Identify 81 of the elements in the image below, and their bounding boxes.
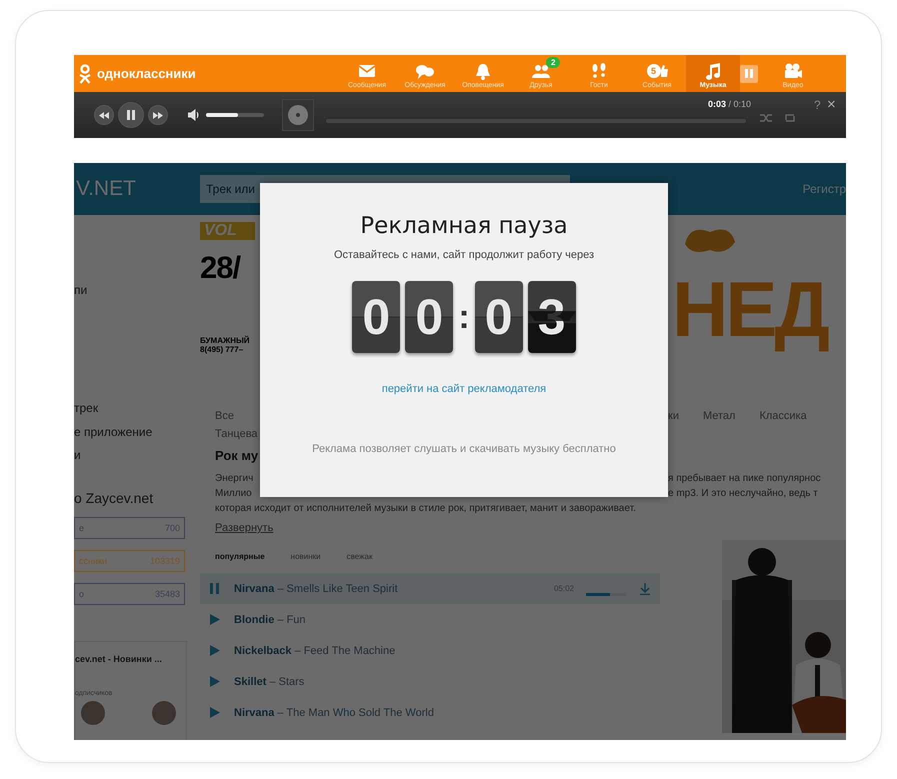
search-input[interactable]: Трек или — [200, 182, 570, 196]
advertiser-link[interactable]: перейти на сайт рекламодателя — [382, 383, 546, 395]
genre-link[interactable]: Танцева — [215, 428, 258, 440]
sidebar-heading: o Zaycev.net — [74, 490, 154, 506]
expand-link[interactable]: Развернуть — [195, 522, 274, 534]
music-note-icon — [703, 62, 723, 80]
countdown-digit: 3 — [528, 281, 576, 353]
video-camera-icon — [783, 62, 803, 80]
countdown-digit: 0 — [352, 281, 400, 353]
shuffle-icon[interactable] — [760, 113, 772, 123]
close-button[interactable]: × — [827, 96, 836, 113]
track-name[interactable]: Skillet – Stars — [234, 676, 304, 688]
album-cover — [282, 99, 314, 131]
play-icon[interactable] — [210, 707, 220, 718]
genre-link[interactable]: Метал — [702, 410, 736, 422]
genre-link[interactable]: Классика — [759, 410, 807, 422]
download-icon[interactable] — [640, 582, 650, 594]
track-name[interactable]: Nickelback – Feed The Machine — [234, 644, 396, 656]
envelope-icon — [357, 62, 377, 80]
bell-icon — [473, 62, 493, 80]
chat-bubbles-icon — [415, 62, 435, 80]
description-text: которая исходит от исполнителей музыки в стиле рок, притягивает, манит и завораживает. — [215, 503, 636, 514]
fast-forward-icon — [153, 112, 163, 118]
pause-icon[interactable] — [210, 583, 220, 594]
sidebar-link[interactable]: е приложение — [74, 425, 195, 439]
description-text: Энергич — [215, 473, 254, 484]
rewind-icon — [99, 112, 109, 118]
site-logo-text[interactable]: одноклассники — [97, 66, 196, 81]
list-tab[interactable]: свежак — [346, 552, 372, 561]
avatar[interactable] — [152, 701, 176, 725]
speaker-icon — [188, 109, 200, 121]
playback-time: 0:03 / 0:10 — [708, 99, 752, 109]
people-icon — [531, 62, 551, 80]
count-badge: 2 — [546, 57, 560, 68]
track-row[interactable]: Nirvana – The Man Who Sold The World — [200, 697, 660, 728]
pause-icon — [745, 69, 753, 78]
avatar[interactable] — [81, 701, 105, 725]
dialog-subtitle: Оставайтесь с нами, сайт продолжит работу через — [334, 249, 594, 261]
section-heading: Рок му — [215, 448, 258, 463]
previous-button[interactable] — [94, 105, 114, 125]
banner-text: БУМАЖНЫЙ — [200, 336, 251, 345]
pause-icon — [127, 110, 135, 120]
banner-phone: 8(495) 777– — [200, 345, 244, 354]
countdown-digit: 0 — [474, 281, 523, 353]
description-text: я пребывает на пике популярнос — [668, 472, 821, 486]
sidebar-link[interactable]: трек — [74, 401, 195, 415]
play-icon[interactable] — [210, 676, 220, 687]
dialog-title: Рекламная пауза — [360, 213, 568, 239]
events-count: 5 — [646, 64, 660, 78]
site-logo[interactable]: V.NET — [74, 177, 195, 201]
logo-icon — [78, 64, 92, 84]
group-title[interactable]: cev.net - Новинки ... — [75, 654, 182, 664]
sidebar-link[interactable]: пи — [74, 283, 195, 297]
clock-separator: : — [458, 298, 470, 336]
banner-date: 28/ — [200, 250, 242, 286]
genre-link[interactable]: ки — [668, 410, 679, 422]
repeat-icon[interactable] — [784, 113, 796, 123]
track-name[interactable]: Blondie – Fun — [234, 614, 306, 626]
track-name[interactable]: Nirvana – The Man Who Sold The World — [234, 706, 434, 718]
banner-logo: VOL — [200, 222, 255, 240]
track-row[interactable]: Blondie – Fun — [200, 604, 660, 635]
help-link[interactable]: ? — [814, 98, 821, 112]
sidebar-link[interactable]: и — [74, 448, 195, 462]
track-row[interactable]: Skillet – Stars — [200, 666, 660, 697]
track-row[interactable]: Nickelback – Feed The Machine — [200, 635, 660, 666]
track-name[interactable]: Nirvana – Smells Like Teen Spirit — [234, 582, 398, 594]
genre-link[interactable]: Все — [215, 410, 234, 422]
list-tab[interactable]: новинки — [290, 552, 321, 561]
play-icon[interactable] — [210, 614, 220, 625]
play-icon[interactable] — [210, 645, 220, 656]
pause-button[interactable] — [118, 102, 144, 128]
register-link[interactable]: Регистр — [802, 182, 846, 196]
description-text: Миллио — [215, 488, 252, 499]
track-progress[interactable] — [586, 593, 626, 596]
thumbs-up-icon — [658, 65, 668, 77]
next-button[interactable] — [148, 105, 168, 125]
countdown-digit: 0 — [405, 281, 454, 353]
description-text: е mp3. И это неслучайно, ведь т — [668, 487, 818, 501]
dialog-note: Реклама позволяет слушать и скачивать музыку бесплатно — [312, 443, 616, 455]
volume-slider[interactable] — [206, 113, 264, 117]
list-tab[interactable]: популярные — [215, 552, 265, 561]
